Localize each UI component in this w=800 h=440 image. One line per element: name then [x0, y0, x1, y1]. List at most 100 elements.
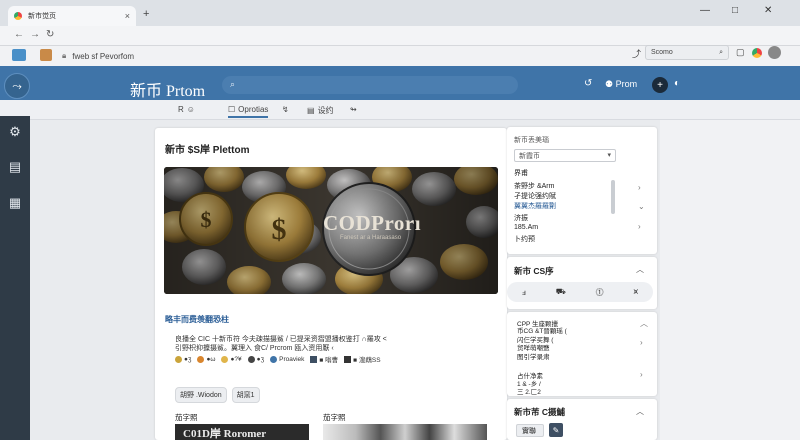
close-tab-icon[interactable]: × — [125, 11, 130, 21]
browser-tab[interactable]: 新市觉页 × — [8, 6, 136, 26]
chevron-up-icon[interactable]: ︿ — [636, 406, 644, 417]
search-icon: ⌕ — [719, 48, 723, 56]
refresh-icon[interactable]: ↺ — [584, 78, 592, 89]
coin-icon — [175, 355, 182, 363]
filter-icon[interactable]: ⅎ — [522, 288, 526, 297]
search-icon: ⌕ — [230, 79, 236, 89]
chevron-up-icon[interactable]: ︿ — [636, 264, 644, 275]
tag[interactable]: ●ʒ — [247, 355, 265, 363]
tag[interactable]: ●ω — [197, 355, 216, 363]
list-item[interactable]: 济振 — [514, 213, 528, 223]
tag-label: ●ʒ — [256, 355, 265, 363]
tag-row: ●ʒ ●ω ●?¥ ●ʒ Proaviek ■ 嗡曹 ■ 溲鵡SS — [175, 354, 381, 364]
list-item[interactable]: 界甫 — [514, 168, 528, 178]
thumbnail-label: 茄字照 — [323, 413, 346, 422]
menu-icon[interactable]: ⤳ — [4, 73, 30, 99]
list-item-link[interactable]: 翼翼杰羅羅劗 — [514, 201, 556, 211]
app-search-input[interactable]: ⌕ — [222, 76, 518, 94]
hero-title: CODProrı — [323, 211, 422, 235]
gear-icon[interactable]: ⚙ — [6, 123, 24, 141]
currency-select[interactable]: 新霞币 ▾ — [514, 149, 616, 162]
header-user[interactable]: ⚉ Prom — [605, 79, 637, 90]
card-title: 新市 CS序 — [514, 266, 554, 276]
scrollbar[interactable] — [611, 180, 615, 214]
list-item[interactable]: 卜约预 — [514, 234, 535, 244]
tag-label: ●ω — [206, 355, 216, 363]
address-bar[interactable]: 🔒︎ fweb sf Pevorfom — [62, 48, 362, 64]
card-title: 新币丢美瑙 — [514, 137, 549, 144]
chip[interactable]: 實聯 — [516, 424, 544, 437]
chevron-down-icon[interactable]: ⌄ — [638, 202, 645, 211]
notification-icon[interactable]: ◐ — [674, 78, 680, 89]
tag[interactable]: Proaviek — [270, 355, 305, 363]
list-item[interactable]: 图引学录肃 — [517, 351, 550, 361]
header-user-label: Prom — [615, 79, 638, 89]
edit-button[interactable]: ✎ — [549, 423, 563, 437]
thumbnail[interactable]: C01D岸 Roromer — [175, 424, 309, 440]
maximize-icon[interactable]: □ — [732, 5, 738, 16]
chrome-menu-icon[interactable] — [752, 48, 762, 58]
list-item[interactable]: 185.Am — [514, 224, 538, 231]
sub-navigation — [0, 100, 800, 120]
tag-label: ●?¥ — [230, 355, 242, 363]
subnav-item-1[interactable]: R ☺ — [178, 105, 195, 114]
tag-label: ■ 溲鵡SS — [353, 357, 381, 364]
subnav-item-4[interactable]: ▤ 设约 — [307, 105, 334, 116]
chip-row: 胡野 .Wiodon 胡窯1 — [175, 387, 260, 403]
tag[interactable]: ●?¥ — [221, 355, 242, 363]
close-window-icon[interactable]: ✕ — [764, 5, 772, 16]
brand-title: 新币 Prtom — [130, 83, 206, 100]
document-icon[interactable]: ▦ — [6, 194, 24, 212]
add-button[interactable]: + — [652, 77, 668, 93]
book-icon[interactable]: ▤ — [6, 158, 24, 176]
thumbnail-photo[interactable] — [323, 424, 487, 440]
search-placeholder: Scomo — [651, 49, 673, 56]
tag-label: Proaviek — [279, 355, 305, 363]
info-icon[interactable]: ⓵ — [596, 287, 604, 298]
car-icon[interactable]: ⛟ — [556, 287, 566, 297]
chevron-up-icon[interactable]: ︿ — [640, 318, 648, 329]
package-icon[interactable] — [40, 49, 52, 61]
list-item[interactable]: 孑提论强约賦 — [514, 191, 556, 201]
avatar[interactable] — [768, 46, 781, 59]
coin-icon — [247, 355, 255, 363]
tag[interactable]: ●ʒ — [175, 355, 192, 363]
hero-subtitle: Fanest ar a Haraasaso — [340, 235, 402, 241]
extension-icon[interactable] — [12, 49, 26, 61]
share-icon[interactable]: ⤴ — [632, 47, 641, 60]
reload-icon[interactable]: ↻ — [46, 29, 54, 40]
address-text: fweb sf Pevorfom — [72, 51, 135, 61]
subnav-label: Oprotias — [238, 105, 269, 114]
page-title: 新市 $S岸 Plettom — [165, 145, 250, 156]
select-value: 新霞币 — [519, 153, 540, 160]
tag[interactable]: ■ 嗡曹 — [310, 354, 338, 364]
browser-search-box[interactable]: Scomo ⌕ — [645, 45, 729, 60]
edit-icon: ✎ — [552, 425, 560, 435]
subnav-item-3[interactable]: ↯ — [282, 105, 289, 114]
lock-icon: 🔒︎ — [62, 51, 67, 60]
forward-icon[interactable]: → — [30, 29, 40, 40]
chevron-right-icon[interactable]: › — [640, 338, 643, 347]
chip[interactable]: 胡窯1 — [231, 387, 260, 403]
tag-label: ■ 嗡曹 — [319, 357, 339, 364]
tab-operations[interactable]: ☐ Oprotias — [228, 105, 269, 118]
back-icon[interactable]: ← — [14, 29, 24, 40]
user-icon: ⚉ — [605, 79, 614, 89]
thumbnail-label: 茄字照 — [175, 413, 198, 422]
chip[interactable]: 胡野 .Wiodon — [175, 387, 227, 403]
chevron-right-icon[interactable]: › — [640, 370, 643, 379]
tag[interactable]: ■ 溲鵡SS — [344, 354, 381, 364]
subnav-icon: ↯ — [282, 105, 289, 114]
chevron-right-icon[interactable]: › — [638, 222, 641, 231]
list-item[interactable]: 茶野步 &Arm — [514, 181, 554, 191]
list-item[interactable]: 三 2.匚2 — [517, 386, 541, 396]
tag-label: ●ʒ — [184, 355, 192, 363]
expand-icon[interactable]: ⩙ — [634, 287, 639, 297]
subnav-item-5[interactable]: ↬ — [350, 105, 357, 114]
paragraph-line: 引野枳抑攈摄鯊。翼理入 食C/ Prcrom 瓯入资用厭 ‹ — [175, 345, 334, 352]
new-tab-icon[interactable]: + — [143, 8, 149, 20]
bookmark-icon[interactable]: ▢ — [736, 47, 745, 58]
section-heading: 略丰而费羡翻恐柱 — [165, 315, 229, 324]
chevron-right-icon[interactable]: › — [638, 183, 641, 192]
minimize-icon[interactable]: — — [700, 5, 710, 16]
